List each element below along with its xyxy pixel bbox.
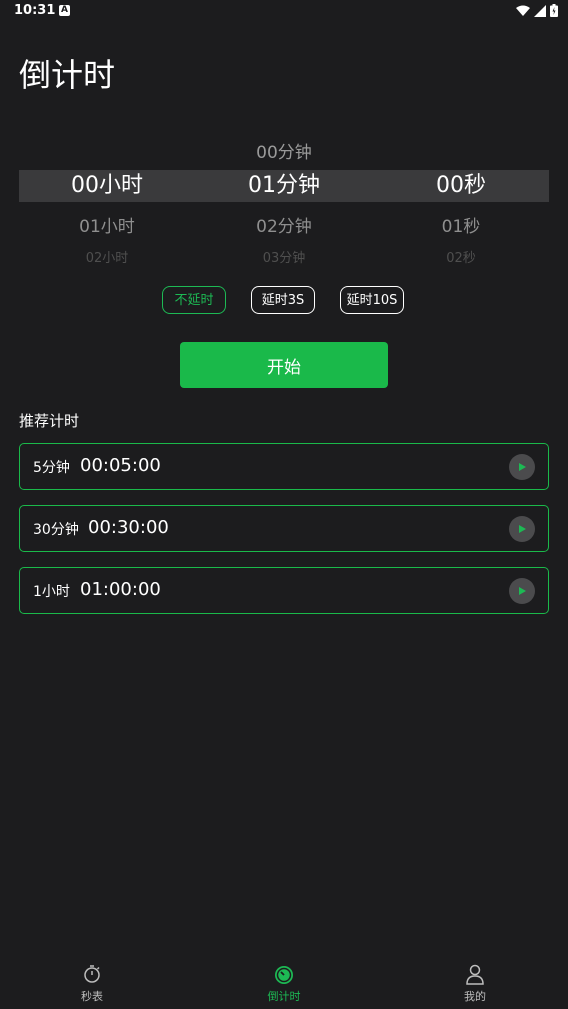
notification-a-icon: A [59,5,70,16]
hours-option[interactable]: 02小时 [19,247,195,266]
recommended-title: 推荐计时 [19,412,80,430]
minutes-selected[interactable]: 01分钟 [196,170,372,202]
minutes-option[interactable]: 00分钟 [196,138,372,163]
bottom-nav: 秒表 倒计时 我的 [0,955,568,1009]
stopwatch-icon [84,965,100,983]
minutes-option[interactable]: 02分钟 [196,212,372,237]
recommended-item-label: 30分钟 [33,522,79,538]
recommended-item-time: 01:00:00 [80,579,161,600]
hours-wheel[interactable]: 00小时 01小时 02小时 [19,130,195,270]
delay-options: 不延时 延时3S 延时10S [0,286,568,318]
delay-3s-button[interactable]: 延时3S [251,286,315,314]
wifi-icon [516,5,530,16]
recommended-item-time: 00:05:00 [80,455,161,476]
play-icon [519,587,526,595]
recommended-item-time: 00:30:00 [88,517,169,538]
nav-item-countdown[interactable]: 倒计时 [239,963,329,1004]
timer-icon [275,966,293,984]
hours-option[interactable]: 01小时 [19,212,195,237]
recommended-item[interactable]: 1小时 01:00:00 [19,567,549,614]
minutes-wheel[interactable]: 00分钟 01分钟 02分钟 03分钟 [196,130,372,270]
nav-item-profile[interactable]: 我的 [430,963,520,1004]
play-icon [519,463,526,471]
recommended-item-label: 1小时 [33,584,70,600]
nav-label: 秒表 [81,990,103,1003]
nav-label: 倒计时 [267,990,301,1003]
seconds-option[interactable]: 02秒 [373,247,549,266]
recommended-item[interactable]: 30分钟 00:30:00 [19,505,549,552]
seconds-option[interactable]: 01秒 [373,212,549,237]
play-button[interactable] [509,454,535,480]
person-icon [466,964,484,985]
battery-icon [550,4,558,17]
seconds-wheel[interactable]: 00秒 01秒 02秒 [373,130,549,270]
nav-label: 我的 [464,990,486,1003]
recommended-item[interactable]: 5分钟 00:05:00 [19,443,549,490]
hours-selected[interactable]: 00小时 [19,170,195,202]
delay-none-button[interactable]: 不延时 [162,286,226,314]
status-icons [516,4,558,17]
recommended-item-label: 5分钟 [33,460,70,476]
page-title: 倒计时 [19,56,116,94]
play-button[interactable] [509,578,535,604]
status-bar: 10:31 A [0,0,568,24]
seconds-selected[interactable]: 00秒 [373,170,549,202]
play-button[interactable] [509,516,535,542]
start-button[interactable]: 开始 [180,342,388,388]
time-picker[interactable]: 00小时 01小时 02小时 00分钟 01分钟 02分钟 03分钟 00秒 0… [19,130,549,270]
nav-item-stopwatch[interactable]: 秒表 [47,963,137,1004]
delay-10s-button[interactable]: 延时10S [340,286,404,314]
play-icon [519,525,526,533]
minutes-option[interactable]: 03分钟 [196,247,372,266]
signal-icon [534,4,546,17]
status-time: 10:31 [14,3,56,18]
